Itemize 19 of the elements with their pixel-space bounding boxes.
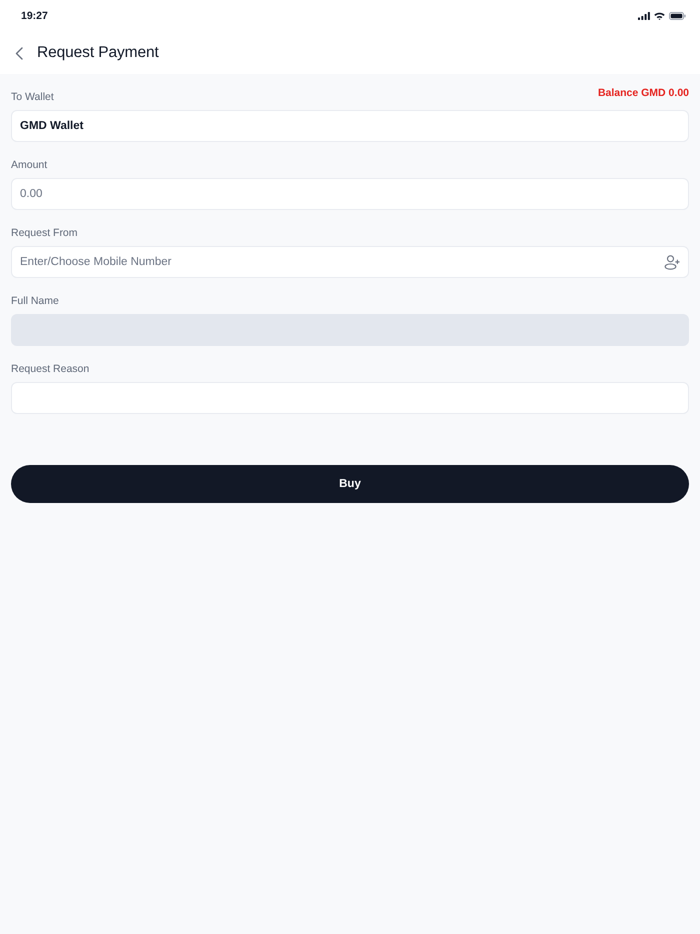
back-button[interactable] (13, 46, 25, 60)
battery-icon (669, 12, 686, 20)
field-label: Amount (11, 159, 48, 172)
phone-input-field[interactable]: Enter/Choose Mobile Number (11, 246, 689, 278)
add-contact-button[interactable] (664, 254, 680, 270)
balance-text: Balance GMD 0.00 (598, 87, 689, 100)
field-label: To Wallet (11, 91, 54, 104)
add-person-icon (664, 254, 680, 270)
page-title: Request Payment (37, 44, 159, 62)
input-field[interactable]: 0.00 (11, 178, 689, 210)
field-label: Request From (11, 227, 78, 240)
status-time: 19:27 (21, 10, 48, 22)
wallet-select-field[interactable]: GMD Wallet (11, 110, 689, 142)
field-label: Full Name (11, 295, 59, 308)
buy-button[interactable]: Buy (11, 465, 689, 503)
field-label: Request Reason (11, 363, 90, 376)
signal-icon (638, 12, 650, 20)
back-chevron-icon (15, 46, 23, 60)
wifi-icon (654, 12, 665, 20)
